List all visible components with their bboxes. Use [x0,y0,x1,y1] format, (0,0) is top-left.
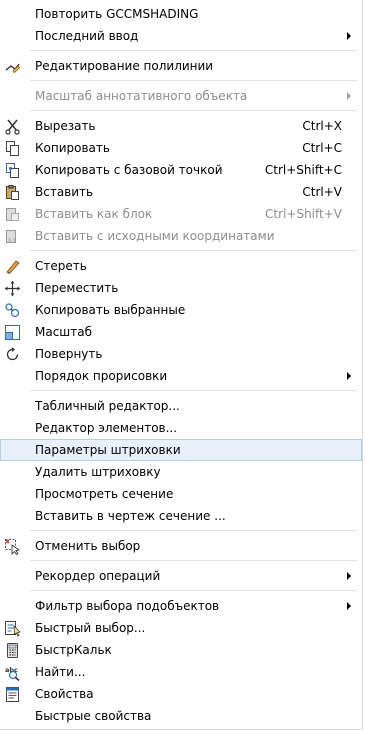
separator [30,560,357,561]
menu-item-move[interactable]: Переместить [0,277,362,299]
menu-item-view-section[interactable]: Просмотреть сечение [0,483,362,505]
menu-item-label: Последний ввод [35,29,139,43]
menu-item-quick-properties[interactable]: Быстрые свойства [0,705,362,727]
svg-text:X.Y: X.Y [8,238,17,244]
menu-item-label: Редактирование полилинии [35,59,214,73]
menu-item-label: Масштаб аннотативного объекта [35,89,248,103]
menu-item-label: Свойства [35,687,94,701]
shortcut-text: Ctrl+X [302,119,342,133]
menu-item-cut[interactable]: Вырезать Ctrl+X [0,115,362,137]
copy-selection-icon [5,303,20,318]
menu-item-label: Просмотреть сечение [35,487,174,501]
separator [30,590,357,591]
menu-item-draw-order[interactable]: Порядок прорисовки [0,365,362,387]
menu-item-copy[interactable]: Копировать Ctrl+C [0,137,362,159]
menu-item-quickcalc[interactable]: БыстрКальк [0,639,362,661]
menu-item-copy-sel[interactable]: Копировать выбранные [0,299,362,321]
menu-item-label: Редактор элементов... [35,421,178,435]
copy-icon [6,141,19,156]
menu-item-label: Отменить выбор [35,539,141,553]
menu-item-label: Порядок прорисовки [35,369,168,383]
menu-item-label: Копировать с базовой точкой [35,163,223,177]
submenu-arrow-icon [347,32,351,40]
menu-item-repeat[interactable]: Повторить GCCMSHADING [0,3,362,25]
scale-icon [5,325,20,340]
menu-item-hatch-params[interactable]: Параметры штриховки [0,439,362,461]
menu-item-label: Вставить [35,185,94,199]
shortcut-text: Ctrl+Shift+C [264,163,342,177]
menu-item-label: Копировать [35,141,110,155]
calculator-icon [7,643,18,658]
menu-item-label: Быстрый выбор... [35,621,146,635]
deselect-icon [5,539,21,555]
clipboard-paste-icon [6,185,19,200]
menu-item-table-editor[interactable]: Табличный редактор... [0,395,362,417]
menu-item-label: Параметры штриховки [35,443,181,457]
context-menu: Повторить GCCMSHADING Последний ввод Ред… [0,0,363,730]
separator [30,50,357,51]
menu-item-label: Повернуть [35,347,103,361]
rotate-icon [6,347,19,361]
move-icon [5,281,20,296]
menu-item-quick-select[interactable]: Быстрый выбор... [0,617,362,639]
submenu-arrow-icon [347,372,351,380]
menu-item-label: Рекордер операций [35,569,161,583]
shortcut-text: Ctrl+C [302,141,342,155]
separator [30,250,357,251]
submenu-arrow-icon [347,602,351,610]
menu-item-erase[interactable]: Стереть [0,255,362,277]
menu-item-subobject-filter[interactable]: Фильтр выбора подобъектов [0,595,362,617]
copy-base-point-icon [6,163,19,178]
menu-item-anno-scale[interactable]: Масштаб аннотативного объекта [0,85,362,107]
menu-item-label: Переместить [35,281,119,295]
separator [30,390,357,391]
separator [30,80,357,81]
find-icon: abc [5,666,20,681]
scissors-icon [5,119,20,135]
menu-item-label: Быстрые свойства [35,709,152,723]
quick-select-icon [5,621,21,637]
menu-item-rotate[interactable]: Повернуть [0,343,362,365]
menu-item-label: Фильтр выбора подобъектов [35,599,220,613]
paste-original-coords-icon: X.Y [6,230,17,244]
menu-item-paste[interactable]: Вставить Ctrl+V [0,181,362,203]
menu-item-label: Копировать выбранные [35,303,186,317]
shortcut-text: Ctrl+V [302,185,342,199]
menu-item-delete-hatch[interactable]: Удалить штриховку [0,461,362,483]
menu-item-scale[interactable]: Масштаб [0,321,362,343]
menu-item-label: БыстрКальк [35,643,112,657]
menu-item-action-recorder[interactable]: Рекордер операций [0,565,362,587]
menu-item-paste-block[interactable]: Вставить как блок Ctrl+Shift+V [0,203,362,225]
polyline-edit-icon [5,63,21,74]
menu-item-last-input[interactable]: Последний ввод [0,25,362,47]
menu-item-properties[interactable]: Свойства [0,683,362,705]
menu-item-edit-polyline[interactable]: Редактирование полилинии [0,55,362,77]
submenu-arrow-icon [347,572,351,580]
menu-item-label: Стереть [35,259,87,273]
menu-item-label: Вставить как блок [35,207,153,221]
menu-item-insert-section[interactable]: Вставить в чертеж сечение ... [0,505,362,527]
menu-item-paste-orig[interactable]: X.Y Вставить с исходными координатами [0,225,362,247]
properties-icon [6,687,19,702]
separator [30,110,357,111]
menu-item-label: Табличный редактор... [35,399,180,413]
menu-item-label: Повторить GCCMSHADING [35,7,199,21]
menu-item-label: Вставить с исходными координатами [35,229,275,243]
menu-item-label: Найти... [35,665,86,679]
menu-item-deselect[interactable]: Отменить выбор [0,535,362,557]
shortcut-text: Ctrl+Shift+V [265,207,342,221]
submenu-arrow-icon [347,92,351,100]
menu-item-label: Масштаб [35,325,93,339]
menu-item-element-editor[interactable]: Редактор элементов... [0,417,362,439]
menu-item-copy-base[interactable]: Копировать с базовой точкой Ctrl+Shift+C [0,159,362,181]
separator [30,530,357,531]
menu-item-label: Вырезать [35,119,96,133]
menu-item-label: Вставить в чертеж сечение ... [35,509,226,523]
paste-block-icon [6,208,19,221]
menu-item-find[interactable]: abc Найти... [0,661,362,683]
menu-item-label: Удалить штриховку [35,465,161,479]
eraser-icon [6,260,20,274]
